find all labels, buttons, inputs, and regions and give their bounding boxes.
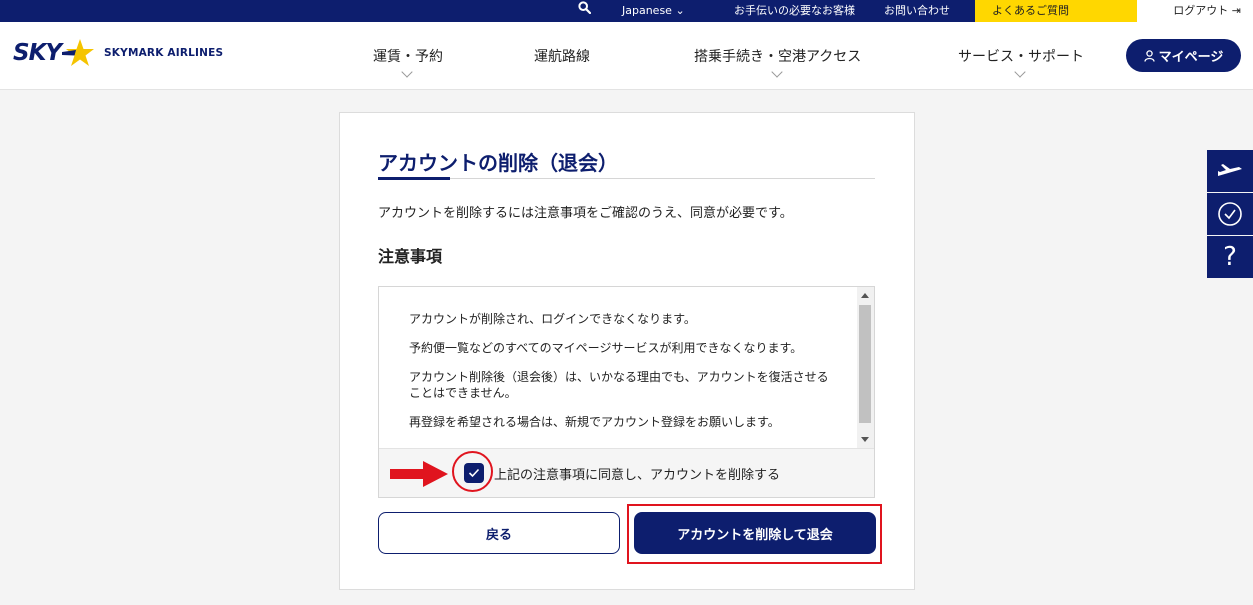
chevron-down-icon: [770, 66, 783, 78]
notice-item: 予約便一覧などのすべてのマイページサービスが利用できなくなります。: [409, 341, 803, 355]
nav-label: サービス・サポート: [958, 49, 1084, 65]
notice-list: アカウントが削除され、ログインできなくなります。 予約便一覧などのすべてのマイペ…: [409, 311, 829, 443]
skymark-logo[interactable]: SKY SKYMARK AIRLINES: [13, 36, 223, 70]
nav-label: 運賃・予約: [373, 49, 443, 65]
checkmark-icon: [468, 468, 480, 478]
logo-sky-text: SKY: [13, 40, 62, 66]
star-logo-icon: [62, 39, 95, 66]
question-icon: ?: [1223, 242, 1237, 272]
faq-link[interactable]: よくあるご質問: [975, 0, 1137, 22]
language-selector[interactable]: Japanese ⌄: [622, 0, 685, 22]
flight-status-button[interactable]: [1207, 150, 1253, 192]
chevron-down-icon: [1014, 66, 1026, 78]
logo-airlines-text: SKYMARK AIRLINES: [104, 47, 224, 59]
back-button[interactable]: 戻る: [378, 512, 620, 554]
nav-service-support[interactable]: サービス・サポート: [958, 46, 1084, 78]
intro-text: アカウントを削除するには注意事項をご確認のうえ、同意が必要です。: [378, 206, 793, 221]
site-header: SKY SKYMARK AIRLINES 運賃・予約 運航路線 搭乗手続き・空港…: [0, 22, 1253, 90]
clock-icon: [1218, 202, 1242, 226]
scrollbar-thumb[interactable]: [859, 305, 871, 423]
title-accent-bar: [378, 177, 450, 180]
notice-item: 再登録を希望される場合は、新規でアカウント登録をお願いします。: [409, 415, 780, 429]
agree-checkbox[interactable]: [464, 463, 484, 483]
title-divider: [378, 178, 875, 179]
notice-heading: 注意事項: [378, 247, 443, 266]
contact-link[interactable]: お問い合わせ: [884, 0, 950, 22]
user-icon: [1143, 49, 1155, 62]
scroll-up-arrow-icon[interactable]: [861, 293, 869, 298]
nav-checkin-access[interactable]: 搭乗手続き・空港アクセス: [694, 46, 862, 78]
logout-icon: ⇥: [1228, 4, 1241, 17]
logout-link[interactable]: ログアウト ⇥: [1137, 0, 1253, 22]
nav-routes[interactable]: 運航路線: [534, 46, 590, 66]
language-label: Japanese: [622, 4, 672, 17]
agree-row: 上記の注意事項に同意し、アカウントを削除する: [379, 448, 874, 497]
account-delete-card: アカウントの削除（退会） アカウントを削除するには注意事項をご確認のうえ、同意が…: [339, 112, 915, 590]
agree-label[interactable]: 上記の注意事項に同意し、アカウントを削除する: [494, 464, 780, 483]
chevron-down-icon: ⌄: [675, 4, 685, 17]
help-link[interactable]: お手伝いの必要なお客様: [734, 0, 855, 22]
help-question-button[interactable]: ?: [1207, 236, 1253, 278]
utility-bar: Japanese ⌄ お手伝いの必要なお客様 お問い合わせ よくあるご質問 ログ…: [0, 0, 1253, 22]
nav-label: 運航路線: [534, 49, 590, 65]
red-arrow-icon: [390, 461, 448, 487]
notice-scrollbar[interactable]: [857, 287, 874, 448]
timetable-button[interactable]: [1207, 193, 1253, 235]
scroll-down-arrow-icon[interactable]: [861, 437, 869, 442]
notice-scroll-area[interactable]: アカウントが削除され、ログインできなくなります。 予約便一覧などのすべてのマイペ…: [379, 287, 874, 448]
logout-label: ログアウト: [1173, 4, 1229, 17]
nav-fares-booking[interactable]: 運賃・予約: [373, 46, 443, 78]
mypage-button[interactable]: マイページ: [1126, 39, 1241, 72]
mypage-label: マイページ: [1158, 50, 1224, 65]
nav-label: 搭乗手続き・空港アクセス: [694, 49, 862, 65]
notice-box: アカウントが削除され、ログインできなくなります。 予約便一覧などのすべてのマイペ…: [378, 286, 875, 498]
page-title: アカウントの削除（退会）: [378, 151, 618, 175]
chevron-down-icon: [401, 66, 413, 78]
notice-item: アカウントが削除され、ログインできなくなります。: [409, 312, 696, 326]
delete-account-button[interactable]: アカウントを削除して退会: [634, 512, 876, 554]
search-icon[interactable]: [578, 0, 592, 22]
notice-item: アカウント削除後（退会後）は、いかなる理由でも、アカウントを復活させることはでき…: [409, 370, 829, 400]
airplane-icon: [1218, 164, 1242, 176]
